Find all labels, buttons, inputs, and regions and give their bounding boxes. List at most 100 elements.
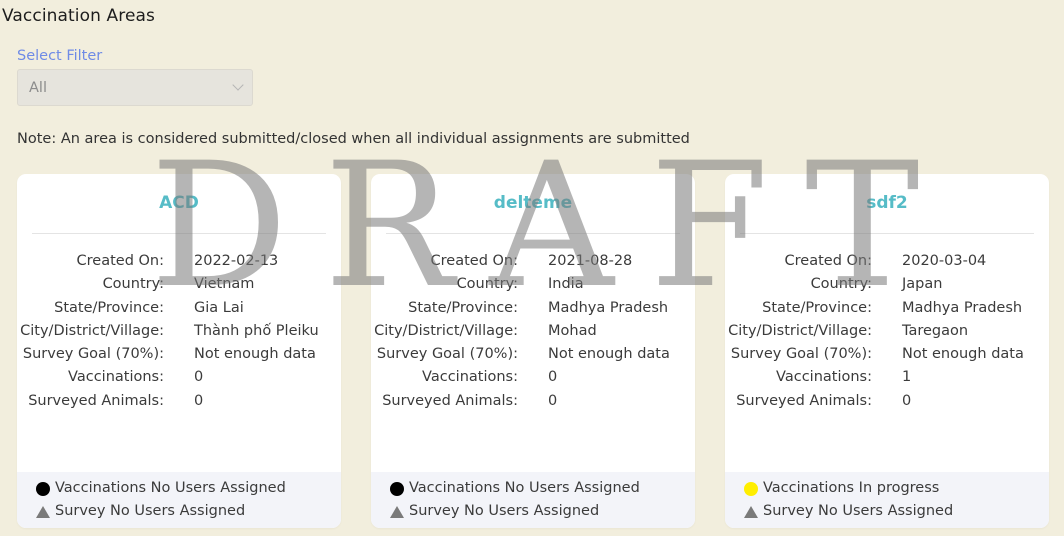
card-divider <box>386 233 680 234</box>
state-label: State/Province: <box>408 299 518 316</box>
detail-row-vaccinations: Vaccinations: 1 <box>725 366 1049 389</box>
surveyed-value: 0 <box>902 392 912 409</box>
filter-select-value: All <box>29 79 47 96</box>
submission-note: Note: An area is considered submitted/cl… <box>17 131 690 147</box>
filter-select[interactable]: All <box>17 69 253 106</box>
survey-goal-label: Survey Goal (70%): <box>730 346 872 363</box>
black-circle-icon <box>36 481 50 496</box>
detail-row-created: Created On: 2021-08-28 <box>371 250 695 273</box>
created-on-value: 2020-03-04 <box>902 253 987 269</box>
gray-triangle-icon <box>744 505 758 518</box>
survey-status-text: Survey No Users Assigned <box>763 503 954 519</box>
state-value: Madhya Pradesh <box>548 299 669 316</box>
area-card[interactable]: ACD Created On: 2022-02-13 Country: Vietna… <box>17 174 341 528</box>
chevron-down-icon <box>232 79 244 91</box>
survey-goal-value: Not enough data <box>194 346 316 363</box>
vaccinations-value: 0 <box>194 369 204 386</box>
country-label: Country: <box>810 276 872 293</box>
page-title: Vaccination Areas <box>2 6 155 26</box>
detail-row-state: State/Province: Gia Lai <box>17 297 341 320</box>
survey-status-text: Survey No Users Assigned <box>55 503 246 519</box>
gray-triangle-icon <box>36 505 50 518</box>
detail-row-country: Country: India <box>371 273 695 296</box>
state-label: State/Province: <box>54 299 164 316</box>
detail-row-vaccinations: Vaccinations: 0 <box>17 366 341 389</box>
city-label: City/District/Village: <box>728 322 872 339</box>
detail-row-created: Created On: 2022-02-13 <box>17 250 341 273</box>
detail-row-surveyed: Surveyed Animals: 0 <box>371 390 695 413</box>
survey-status: Survey No Users Assigned <box>390 500 695 523</box>
country-label: Country: <box>102 276 164 293</box>
vaccinations-value: 1 <box>902 369 912 386</box>
vaccinations-label: Vaccinations: <box>422 369 518 386</box>
country-value: Japan <box>902 276 943 293</box>
created-on-value: 2022-02-13 <box>194 253 279 269</box>
detail-row-state: State/Province: Madhya Pradesh <box>725 297 1049 320</box>
detail-row-created: Created On: 2020-03-04 <box>725 250 1049 273</box>
city-value: Taregaon <box>902 322 969 339</box>
survey-goal-label: Survey Goal (70%): <box>376 346 518 363</box>
area-details: Created On: 2022-02-13 Country: Vietnam St… <box>17 250 341 413</box>
state-value: Madhya Pradesh <box>902 299 1023 316</box>
vaccination-status: Vaccinations No Users Assigned <box>36 477 341 500</box>
surveyed-value: 0 <box>194 392 204 409</box>
survey-goal-label: Survey Goal (70%): <box>22 346 164 363</box>
vaccination-status-text: Vaccinations No Users Assigned <box>55 480 286 496</box>
detail-row-survey-goal: Survey Goal (70%): Not enough data <box>725 343 1049 366</box>
detail-row-city: City/District/Village: Mohad <box>371 320 695 343</box>
city-label: City/District/Village: <box>20 322 164 339</box>
vaccination-status: Vaccinations In progress <box>744 477 1049 500</box>
country-value: Vietnam <box>194 276 255 293</box>
surveyed-label: Surveyed Animals: <box>736 392 872 409</box>
card-divider <box>740 233 1034 234</box>
area-card-title[interactable]: delteme <box>371 193 695 213</box>
area-details: Created On: 2021-08-28 Country: India Stat… <box>371 250 695 413</box>
detail-row-survey-goal: Survey Goal (70%): Not enough data <box>371 343 695 366</box>
vaccination-status: Vaccinations No Users Assigned <box>390 477 695 500</box>
detail-row-surveyed: Surveyed Animals: 0 <box>725 390 1049 413</box>
detail-row-state: State/Province: Madhya Pradesh <box>371 297 695 320</box>
filter-label: Select Filter <box>17 48 103 64</box>
state-value: Gia Lai <box>194 299 244 316</box>
created-on-label: Created On: <box>430 253 518 269</box>
surveyed-value: 0 <box>548 392 558 409</box>
survey-status: Survey No Users Assigned <box>744 500 1049 523</box>
detail-row-vaccinations: Vaccinations: 0 <box>371 366 695 389</box>
card-status-footer: Vaccinations No Users Assigned Survey No… <box>371 472 695 528</box>
detail-row-survey-goal: Survey Goal (70%): Not enough data <box>17 343 341 366</box>
yellow-circle-icon <box>744 481 758 496</box>
state-label: State/Province: <box>762 299 872 316</box>
vaccinations-label: Vaccinations: <box>776 369 872 386</box>
detail-row-city: City/District/Village: Thành phố Pleiku <box>17 320 341 343</box>
country-value: India <box>548 276 584 293</box>
area-card-title[interactable]: ACD <box>17 193 341 213</box>
surveyed-label: Surveyed Animals: <box>28 392 164 409</box>
created-on-value: 2021-08-28 <box>548 253 633 269</box>
area-card-title[interactable]: sdf2 <box>725 193 1049 213</box>
area-card[interactable]: sdf2 Created On: 2020-03-04 Country: Japan… <box>725 174 1049 528</box>
gray-triangle-icon <box>390 505 404 518</box>
survey-status: Survey No Users Assigned <box>36 500 341 523</box>
city-label: City/District/Village: <box>374 322 518 339</box>
area-card[interactable]: delteme Created On: 2021-08-28 Country: In… <box>371 174 695 528</box>
vaccination-status-text: Vaccinations No Users Assigned <box>409 480 640 496</box>
vaccinations-value: 0 <box>548 369 558 386</box>
black-circle-icon <box>390 481 404 496</box>
card-status-footer: Vaccinations No Users Assigned Survey No… <box>17 472 341 528</box>
detail-row-city: City/District/Village: Taregaon <box>725 320 1049 343</box>
card-divider <box>32 233 326 234</box>
survey-goal-value: Not enough data <box>548 346 670 363</box>
city-value: Thành phố Pleiku <box>194 322 319 339</box>
surveyed-label: Surveyed Animals: <box>382 392 518 409</box>
detail-row-country: Country: Vietnam <box>17 273 341 296</box>
vaccinations-label: Vaccinations: <box>68 369 164 386</box>
city-value: Mohad <box>548 322 597 339</box>
vaccination-status-text: Vaccinations In progress <box>763 480 940 496</box>
created-on-label: Created On: <box>76 253 164 269</box>
detail-row-country: Country: Japan <box>725 273 1049 296</box>
area-details: Created On: 2020-03-04 Country: Japan Stat… <box>725 250 1049 413</box>
survey-status-text: Survey No Users Assigned <box>409 503 600 519</box>
survey-goal-value: Not enough data <box>902 346 1024 363</box>
created-on-label: Created On: <box>784 253 872 269</box>
detail-row-surveyed: Surveyed Animals: 0 <box>17 390 341 413</box>
